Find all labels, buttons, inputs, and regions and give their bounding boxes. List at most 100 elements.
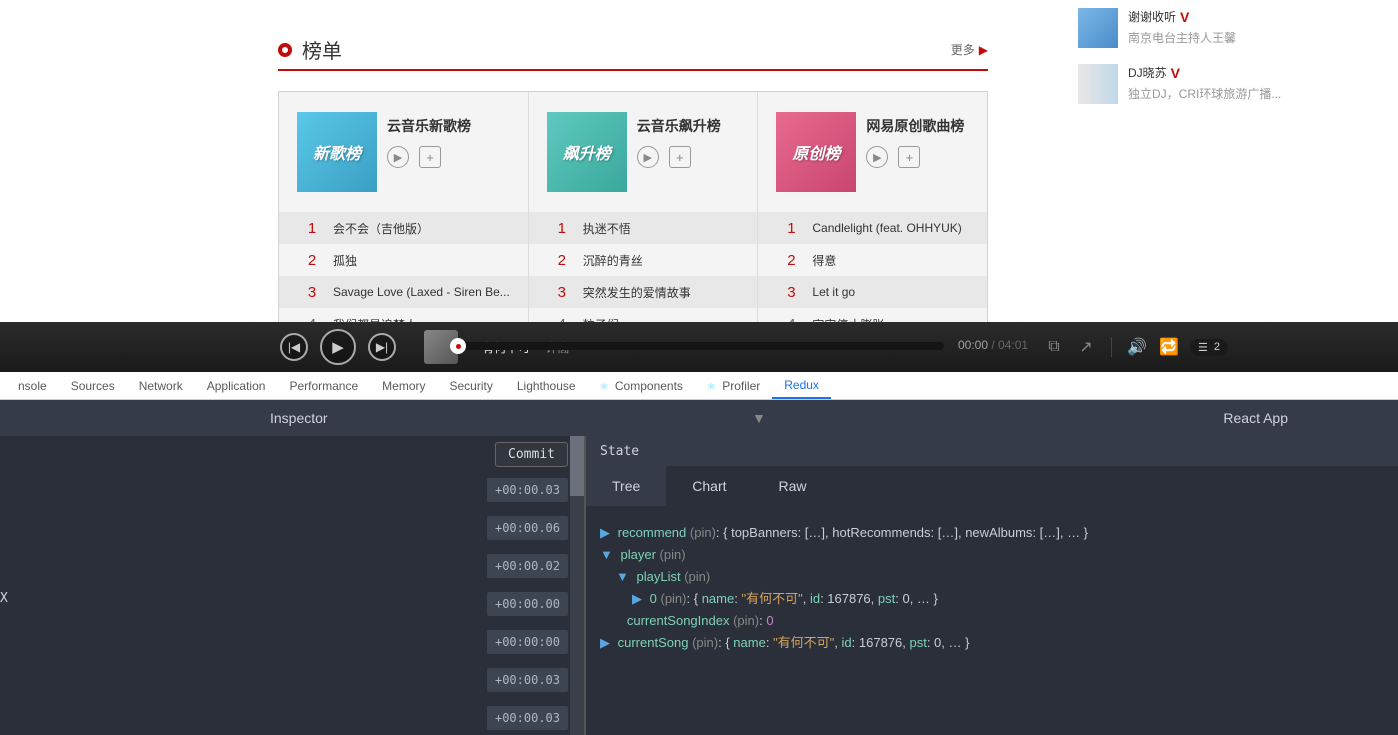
scrollbar[interactable] <box>570 436 584 735</box>
add-icon[interactable]: + <box>669 146 691 168</box>
redux-panel: Inspector ▼ React App Commit +00:00.03 +0… <box>0 400 1398 735</box>
rank-item[interactable]: 1 Candlelight (feat. OHHYUK) <box>758 212 987 244</box>
dj-name: 谢谢收听V <box>1128 8 1236 25</box>
section-title: 榜单 <box>302 35 951 64</box>
rank-item[interactable]: 2 得意 <box>758 244 987 276</box>
rank-number: 1 <box>776 220 806 237</box>
rank-title[interactable]: 网易原创歌曲榜 <box>866 116 964 136</box>
rank-number: 1 <box>297 220 327 237</box>
rank-song-name: Candlelight (feat. OHHYUK) <box>812 221 969 235</box>
next-button[interactable]: ▶| <box>368 333 396 361</box>
time-chip[interactable]: +00:00.03 <box>487 668 568 692</box>
rank-number: 2 <box>297 252 327 269</box>
rank-number: 3 <box>547 284 577 301</box>
devtools-tab[interactable]: Security <box>438 374 505 398</box>
v-badge-icon: V <box>1171 65 1180 81</box>
rank-song-name: 执迷不悟 <box>583 220 740 237</box>
share-icon[interactable]: ↗ <box>1075 336 1097 358</box>
devtools-tab[interactable]: nsole <box>6 374 59 398</box>
queue-button[interactable]: ☰ 2 <box>1190 339 1228 356</box>
devtools-tab[interactable]: ⚛ Components <box>588 374 695 398</box>
content-area: 榜单 更多 ▶ 新歌榜 云音乐新歌榜 ▶ + 1会不会（吉他版） 2 孤独 3Sava… <box>0 0 1398 322</box>
rank-cover[interactable]: 原创榜 <box>776 112 856 192</box>
time-chip[interactable]: +00:00:00 <box>487 630 568 654</box>
rank-song-name: Let it go <box>812 285 969 299</box>
rank-cover[interactable]: 飙升榜 <box>547 112 627 192</box>
rank-number: 3 <box>297 284 327 301</box>
rank-head: 原创榜 网易原创歌曲榜 ▶ + <box>758 92 987 212</box>
prev-button[interactable]: |◀ <box>280 333 308 361</box>
rank-item[interactable]: 3 Let it go <box>758 276 987 308</box>
rank-lists: 新歌榜 云音乐新歌榜 ▶ + 1会不会（吉他版） 2 孤独 3Savage Love … <box>278 91 988 340</box>
dropdown-icon[interactable]: ▼ <box>752 410 766 426</box>
play-icon[interactable]: ▶ <box>387 146 409 168</box>
rank-cover[interactable]: 新歌榜 <box>297 112 377 192</box>
time-chip[interactable]: +00:00.02 <box>487 554 568 578</box>
action-list-panel: Commit +00:00.03 +00:00.06 +00:00.02 +00:00… <box>0 436 586 735</box>
rank-item[interactable]: 2 孤独 <box>279 244 528 276</box>
rank-item[interactable]: 1会不会（吉他版） <box>279 212 528 244</box>
rank-item[interactable]: 3 突然发生的爱情故事 <box>529 276 758 308</box>
rank-item[interactable]: 2沉醉的青丝 <box>529 244 758 276</box>
devtools-tabs: nsoleSourcesNetworkApplicationPerformanc… <box>0 372 1398 400</box>
rank-head: 新歌榜 云音乐新歌榜 ▶ + <box>279 92 528 212</box>
rank-number: 2 <box>776 252 806 269</box>
rank-column: 新歌榜 云音乐新歌榜 ▶ + 1会不会（吉他版） 2 孤独 3Savage Love … <box>279 92 529 340</box>
player-bar: |◀ ▶ ▶| 有何不可 许嵩 00:00 / 04:01 ⧉ ↗ 🔊 🔁 ☰ … <box>0 322 1398 372</box>
rank-head: 飙升榜 云音乐飙升榜 ▶ + <box>529 92 758 212</box>
rank-column: 飙升榜 云音乐飙升榜 ▶ + 1执迷不悟2沉醉的青丝3突然发生的爱情故事4粒子们 <box>529 92 759 340</box>
rank-title[interactable]: 云音乐新歌榜 <box>387 116 471 136</box>
volume-icon[interactable]: 🔊 <box>1126 336 1148 358</box>
rank-title[interactable]: 云音乐飙升榜 <box>637 116 721 136</box>
state-tab[interactable]: Chart <box>666 466 752 506</box>
rank-item[interactable]: 1执迷不悟 <box>529 212 758 244</box>
more-link[interactable]: 更多 <box>951 41 975 58</box>
scroll-thumb[interactable] <box>570 436 584 496</box>
add-icon[interactable]: + <box>898 146 920 168</box>
dj-desc: 南京电台主持人王馨 <box>1128 29 1236 46</box>
rank-number: 2 <box>547 252 577 269</box>
devtools-tab[interactable]: Application <box>195 374 278 398</box>
play-icon[interactable]: ▶ <box>637 146 659 168</box>
more-arrow-icon: ▶ <box>979 43 988 57</box>
devtools-tab[interactable]: ⚛ Profiler <box>695 374 772 398</box>
rank-song-name: 孤独 <box>333 252 510 269</box>
devtools-tab[interactable]: Performance <box>277 374 370 398</box>
section-header: 榜单 更多 ▶ <box>278 30 988 71</box>
divider <box>1111 337 1112 357</box>
state-tab[interactable]: Raw <box>753 466 833 506</box>
play-button[interactable]: ▶ <box>320 329 356 365</box>
section-dot-icon <box>278 43 292 57</box>
rank-number: 3 <box>776 284 806 301</box>
devtools-tab[interactable]: Memory <box>370 374 437 398</box>
dj-item[interactable]: DJ晓苏V 独立DJ，CRI环球旅游广播... <box>1068 56 1328 112</box>
state-header: State <box>586 436 1398 466</box>
progress-bar[interactable] <box>454 342 944 350</box>
state-tree[interactable]: ▶ recommend (pin): { topBanners: […], ho… <box>586 506 1398 671</box>
rank-item[interactable]: 3Savage Love (Laxed - Siren Be... <box>279 276 528 308</box>
progress-handle[interactable] <box>450 338 466 354</box>
react-app-label[interactable]: React App <box>1223 410 1288 426</box>
rank-column: 原创榜 网易原创歌曲榜 ▶ + 1 Candlelight (feat. OHHY… <box>758 92 987 340</box>
time-chip[interactable]: +00:00.06 <box>487 516 568 540</box>
dj-desc: 独立DJ，CRI环球旅游广播... <box>1128 85 1281 102</box>
loop-icon[interactable]: 🔁 <box>1158 336 1180 358</box>
rank-song-name: 突然发生的爱情故事 <box>583 284 740 301</box>
devtools-tab[interactable]: Network <box>127 374 195 398</box>
time-chip[interactable]: +00:00.03 <box>487 478 568 502</box>
add-icon[interactable]: + <box>419 146 441 168</box>
dj-avatar <box>1078 8 1118 48</box>
pip-icon[interactable]: ⧉ <box>1043 336 1065 358</box>
devtools-tab[interactable]: Sources <box>59 374 127 398</box>
state-tab[interactable]: Tree <box>586 466 666 506</box>
commit-button[interactable]: Commit <box>495 442 568 467</box>
rank-song-name: 得意 <box>812 252 969 269</box>
dj-item[interactable]: 谢谢收听V 南京电台主持人王馨 <box>1068 0 1328 56</box>
play-icon[interactable]: ▶ <box>866 146 888 168</box>
devtools-tab[interactable]: Lighthouse <box>505 374 588 398</box>
v-badge-icon: V <box>1180 9 1189 25</box>
devtools-tab[interactable]: Redux <box>772 373 831 399</box>
time-chip[interactable]: +00:00.03 <box>487 706 568 730</box>
time-chip[interactable]: +00:00.00 <box>487 592 568 616</box>
inspector-label[interactable]: Inspector <box>270 410 328 426</box>
